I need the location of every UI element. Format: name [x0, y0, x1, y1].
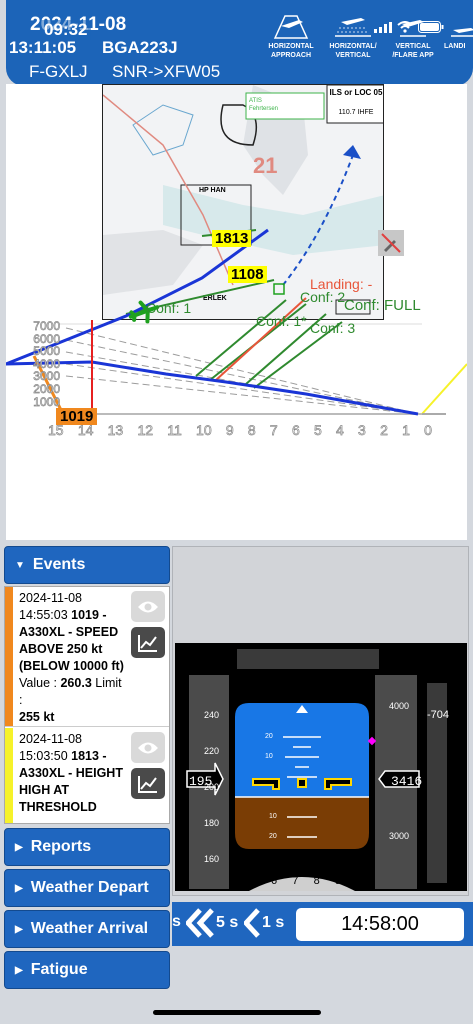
vertical-speed-readout: -704: [427, 709, 450, 721]
event-marker-1108[interactable]: 1108: [228, 266, 267, 283]
caret-right-icon: ▶: [15, 882, 23, 894]
plane-landing-icon: [451, 28, 473, 37]
mode-horizontal-vertical[interactable]: HORIZONTAL/ VERTICAL: [322, 12, 384, 60]
status-clock: 09:32: [40, 20, 92, 40]
heading-scale: 6 7 8 9: [271, 875, 341, 887]
event-date: 2024-11-08: [19, 591, 83, 605]
flight-number: BGA223J: [102, 38, 178, 57]
rewind-5s-button[interactable]: 5 s: [186, 908, 238, 938]
event-code: 1813 -: [71, 749, 107, 763]
flight-header: 2024-11-08 09:32 13:11:05 BGA223J F-GXLJ…: [6, 0, 473, 86]
pitch-tick-10-left: 10: [265, 753, 273, 760]
primary-flight-display[interactable]: 240 220 200 180 160 140 195 4000 3000 34…: [175, 643, 467, 891]
event-value: 260.3: [60, 676, 92, 690]
altitude-readout: 3416: [391, 774, 423, 789]
status-icons: [374, 21, 444, 33]
conf1star-label: Conf: 1*: [256, 313, 307, 329]
conf-full-label: Conf: FULL: [344, 297, 421, 314]
eye-icon: [138, 742, 158, 753]
pfd-panel: 240 220 200 180 160 140 195 4000 3000 34…: [172, 546, 469, 896]
left-panel: ▼ Events 2024-11-08 14:55:03 1019 - A330…: [4, 546, 170, 990]
app-screen: 2024-11-08 09:32 13:11:05 BGA223J F-GXLJ…: [0, 0, 473, 1024]
speed-tape-scale: 240 220 200 180 160 140: [203, 710, 219, 891]
event-title: A330XL - HEIGHT HIGH AT THRESHOLD: [19, 766, 123, 814]
step-unit-label: s: [172, 913, 181, 930]
event-severity-bar: [5, 728, 13, 823]
caret-right-icon: ▶: [15, 841, 23, 853]
conf3-label: Conf: 3: [310, 320, 356, 336]
events-header[interactable]: ▼ Events: [4, 546, 170, 584]
pitch-tick-10-lower: 10: [269, 813, 277, 820]
chart-icon: [138, 775, 157, 793]
mode-horizontal-approach[interactable]: HORIZONTAL APPROACH: [260, 12, 322, 60]
event-severity-bar: [5, 587, 13, 726]
plane-profile-icon: [335, 18, 371, 37]
altitude-tick-upper: 4000: [389, 701, 410, 711]
playback-bar: s 5 s 1 s 14:58:00: [172, 902, 473, 946]
event-marker-1813[interactable]: 1813: [212, 230, 252, 247]
chevron-left-icon: [244, 908, 260, 938]
event-item[interactable]: 2024-11-08 15:03:50 1813 - A330XL - HEIG…: [5, 728, 169, 823]
reports-menu-button[interactable]: ▶ Reports: [4, 828, 170, 866]
playback-time-field[interactable]: 14:58:00: [296, 908, 464, 941]
view-event-button[interactable]: [131, 732, 165, 763]
events-list[interactable]: 2024-11-08 14:55:03 1019 - A330XL - SPEE…: [4, 586, 170, 824]
fatigue-menu-button[interactable]: ▶ Fatigue: [4, 951, 170, 989]
signal-icon: [374, 21, 392, 33]
event-graph-button[interactable]: [131, 768, 165, 799]
altitude-axis: 7000 6000 5000 4000 3000 2000 1000: [33, 319, 60, 409]
event-time: 14:55:03: [19, 608, 68, 622]
event-graph-button[interactable]: [131, 627, 165, 658]
event-limit: 255 kt: [19, 710, 55, 724]
mode-vertical-flare[interactable]: VERTICAL /FLARE APP: [382, 12, 444, 60]
conf1-label: Conf: 1: [146, 300, 192, 316]
pitch-tick-20-lower: 20: [269, 833, 277, 840]
event-marker-1019[interactable]: 1019: [56, 408, 98, 425]
weather-depart-menu-button[interactable]: ▶ Weather Depart: [4, 869, 170, 907]
caret-down-icon: ▼: [15, 559, 25, 571]
pitch-tick-20-left: 20: [265, 733, 273, 740]
flight-route: SNR->XFW05: [112, 62, 221, 81]
caret-right-icon: ▶: [15, 923, 23, 935]
plane-runway-icon: [273, 15, 309, 39]
home-indicator[interactable]: [153, 1010, 321, 1015]
eye-icon: [138, 601, 158, 612]
flight-time: 13:11:05: [9, 38, 77, 57]
conf2-label: Conf: 2: [300, 289, 346, 305]
distance-axis: 15 14 13 12 11 10 9 8 7 6 5 4 3 2 1 0: [48, 422, 433, 439]
view-event-button[interactable]: [131, 591, 165, 622]
double-chevron-left-icon: [186, 908, 214, 938]
caret-right-icon: ▶: [15, 964, 23, 976]
event-item[interactable]: 2024-11-08 14:55:03 1019 - A330XL - SPEE…: [5, 587, 169, 727]
weather-arrival-menu-button[interactable]: ▶ Weather Arrival: [4, 910, 170, 948]
battery-icon: [418, 21, 444, 33]
altitude-tick-lower: 3000: [389, 831, 410, 841]
airspeed-readout: 195: [189, 774, 213, 789]
approach-chart-panel[interactable]: ATIS Fehrtersen ILS or LOC 05 110.7 IHFE…: [6, 84, 467, 540]
event-time: 15:03:50: [19, 749, 68, 763]
event-title: A330XL - SPEED ABOVE 250 kt (BELOW 10000…: [19, 625, 124, 673]
mode-landing[interactable]: LANDI: [444, 12, 473, 51]
wifi-icon: [397, 21, 413, 33]
aircraft-registration: F-GXLJ: [29, 62, 88, 81]
rewind-1s-button[interactable]: 1 s: [244, 908, 284, 938]
chart-icon: [138, 634, 157, 652]
event-date: 2024-11-08: [19, 732, 83, 746]
event-code: 1019 -: [71, 608, 107, 622]
